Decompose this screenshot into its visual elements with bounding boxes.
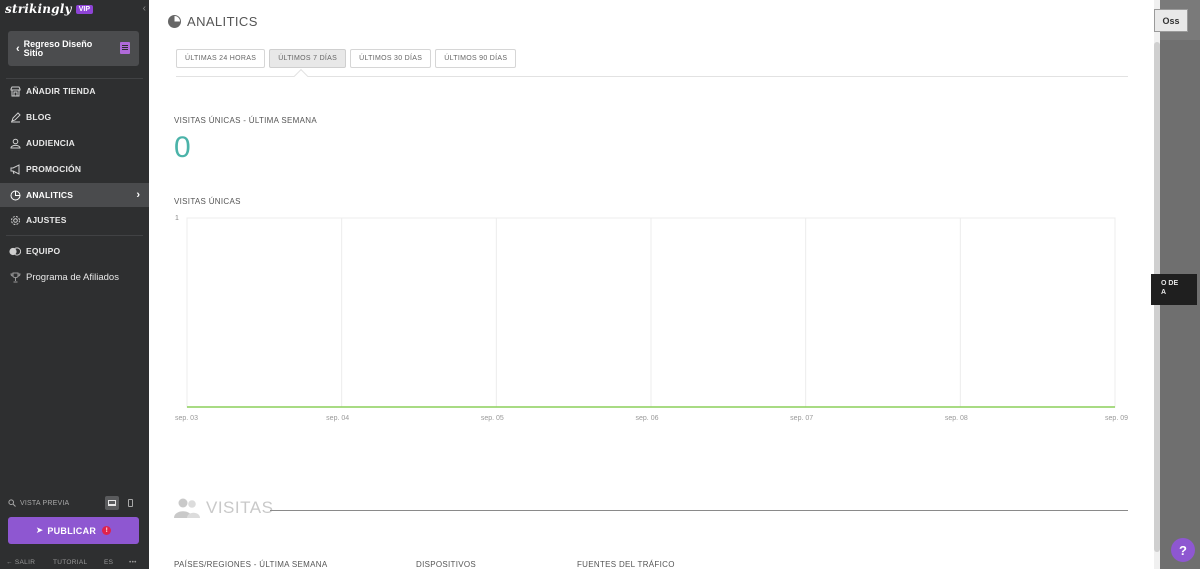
- preview-label: VISTA PREVIA: [20, 499, 70, 507]
- chart-x-tick-label: sep. 03: [175, 415, 198, 422]
- sidebar-item-analytics[interactable]: ANALITICS ›: [0, 183, 149, 207]
- language-link[interactable]: ES: [104, 559, 113, 566]
- sidebar: strikingly VIP ‹ ‹ Regreso Diseño Sitio …: [0, 0, 149, 569]
- page-icon: [120, 42, 130, 54]
- background-dark-box: O DE A: [1151, 274, 1197, 305]
- team-icon: [9, 245, 21, 257]
- back-to-design-button[interactable]: ‹ Regreso Diseño Sitio: [8, 31, 139, 66]
- publish-label: PUBLICAR: [47, 525, 97, 536]
- rocket-icon: ➤: [35, 525, 44, 535]
- mobile-preview-button[interactable]: [123, 496, 137, 510]
- pen-icon: [9, 111, 21, 123]
- logo-text: strikingly: [5, 2, 72, 16]
- sidebar-item-label: AÑADIR TIENDA: [26, 86, 96, 96]
- desktop-preview-button[interactable]: [105, 496, 119, 510]
- more-menu-icon[interactable]: •••: [129, 559, 137, 566]
- chart-x-tick-label: sep. 07: [790, 415, 813, 422]
- sidebar-footer: ← SALIR TUTORIAL ES •••: [0, 556, 149, 568]
- traffic-sources-heading: FUENTES DEL TRÁFICO: [577, 560, 675, 569]
- chart-x-tick-label: sep. 09: [1105, 415, 1128, 422]
- sidebar-item-store[interactable]: AÑADIR TIENDA: [0, 79, 149, 103]
- sidebar-item-audience[interactable]: AUDIENCIA: [0, 131, 149, 155]
- pie-chart-icon: [9, 189, 21, 201]
- audience-icon: [9, 137, 21, 149]
- analytics-panel: ANALITICS ÚLTIMAS 24 HORAS ÚLTIMOS 7 DÍA…: [149, 0, 1154, 569]
- trophy-icon: [9, 271, 21, 283]
- sidebar-item-label: PROMOCIÓN: [26, 164, 82, 174]
- sidebar-item-label: EQUIPO: [26, 246, 61, 256]
- dark-box-line: O DE: [1161, 280, 1179, 287]
- chevron-right-icon: ›: [136, 189, 140, 201]
- sidebar-item-promotion[interactable]: PROMOCIÓN: [0, 157, 149, 181]
- chart-x-tick-label: sep. 04: [326, 415, 349, 422]
- visitas-title: VISITAS: [206, 498, 274, 517]
- sidebar-item-label: AJUSTES: [26, 215, 67, 225]
- people-icon: [174, 497, 200, 519]
- divider: [6, 235, 143, 236]
- sidebar-item-label: Programa de Afiliados: [26, 271, 119, 283]
- sidebar-item-label: BLOG: [26, 112, 52, 122]
- tutorial-link[interactable]: TUTORIAL: [53, 559, 87, 566]
- back-button-label: Regreso Diseño Sitio: [23, 38, 93, 58]
- chart-x-tick-label: sep. 08: [945, 415, 968, 422]
- chart-x-tick-label: sep. 06: [636, 415, 659, 422]
- megaphone-icon: [9, 163, 21, 175]
- background-oss-button: Oss: [1154, 9, 1188, 32]
- help-button[interactable]: ?: [1171, 538, 1195, 562]
- search-icon: [8, 494, 16, 512]
- sidebar-item-blog[interactable]: BLOG: [0, 105, 149, 129]
- chart-x-tick-label: sep. 05: [481, 415, 504, 422]
- gear-icon: [9, 214, 21, 226]
- sidebar-item-team[interactable]: EQUIPO: [0, 239, 149, 263]
- exit-link[interactable]: ← SALIR: [6, 559, 35, 566]
- preview-row: VISTA PREVIA: [8, 496, 139, 510]
- countries-heading: PAÍSES/REGIONES - ÚLTIMA SEMANA: [174, 560, 328, 569]
- sidebar-item-label: AUDIENCIA: [26, 138, 76, 148]
- logo[interactable]: strikingly VIP: [5, 2, 93, 16]
- publish-alert-badge: !: [102, 526, 112, 535]
- unique-visits-chart: 1 sep. 03 sep. 04 sep. 05 sep. 06 sep. 07 sep.…: [175, 215, 1128, 422]
- dark-box-line: A: [1161, 289, 1167, 296]
- sidebar-item-affiliates[interactable]: Programa de Afiliados: [0, 265, 149, 289]
- devices-heading: DISPOSITIVOS: [416, 560, 477, 569]
- vip-badge: VIP: [75, 4, 93, 14]
- sidebar-item-label: ANALITICS: [26, 190, 74, 200]
- chart-y-tick-label: 1: [175, 215, 179, 222]
- publish-button[interactable]: ➤ PUBLICAR !: [8, 517, 139, 544]
- store-icon: [9, 85, 21, 97]
- sidebar-item-settings[interactable]: AJUSTES: [0, 208, 149, 232]
- chevron-left-icon: ‹: [16, 42, 20, 55]
- visitas-section-header: VISITAS: [174, 497, 273, 519]
- visitas-divider: [270, 510, 1128, 511]
- mobile-icon: [127, 499, 133, 507]
- desktop-icon: [108, 500, 116, 506]
- collapse-sidebar-icon[interactable]: ‹: [143, 3, 146, 14]
